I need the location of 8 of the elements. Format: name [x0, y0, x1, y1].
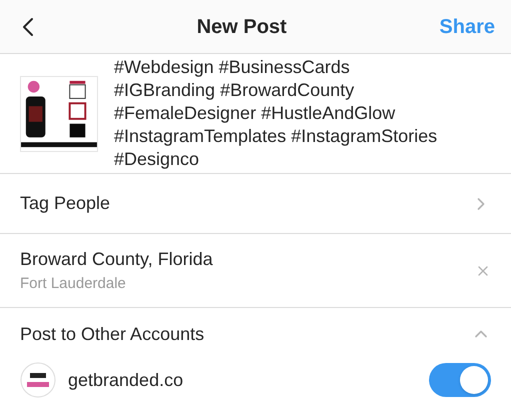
- section-title: Post to Other Accounts: [20, 322, 204, 346]
- tag-people-row[interactable]: Tag People: [0, 174, 511, 234]
- screen-title: New Post: [196, 14, 287, 40]
- caption-text[interactable]: #Webdesign #BusinessCards #IGBranding #BrowardCounty #FemaleDesigner #HustleAndGlow #InstagramTemplates #InstagramStories #Designco: [114, 56, 438, 171]
- location-name: Broward County, Florida: [20, 248, 213, 271]
- account-name: getbranded.co: [68, 368, 184, 392]
- location-subtitle: Fort Lauderdale: [20, 274, 127, 294]
- toggle-switch[interactable]: [429, 363, 491, 397]
